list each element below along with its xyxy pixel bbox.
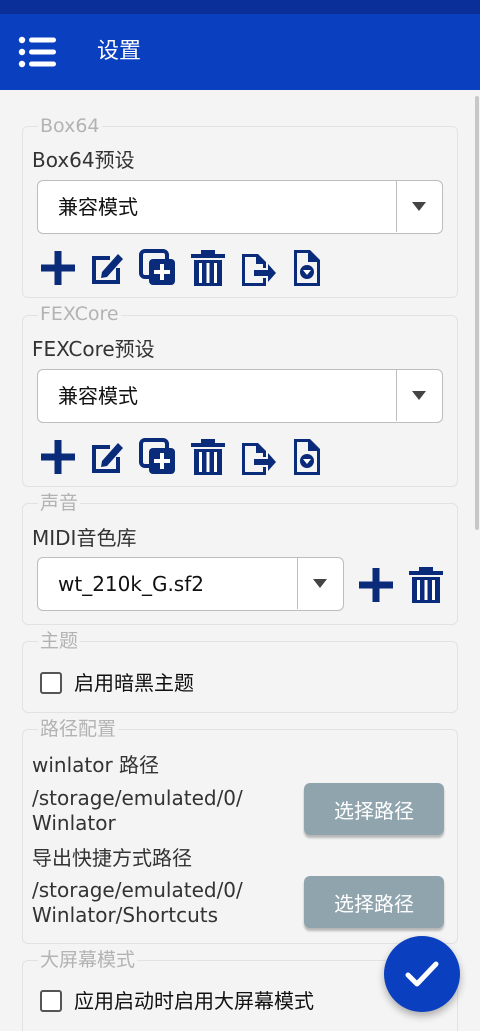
scrollbar[interactable]	[475, 96, 479, 530]
bigscreen-checkbox[interactable]	[40, 990, 62, 1012]
dropdown-arrow	[396, 370, 442, 421]
fexcore-preset-select[interactable]: 兼容模式	[37, 369, 443, 423]
midi-soundfont-value: wt_210k_G.sf2	[58, 572, 204, 596]
export-icon[interactable]	[238, 248, 278, 288]
box64-preset-label: Box64预设	[32, 148, 135, 172]
dropdown-arrow	[297, 558, 343, 609]
chevron-down-icon	[412, 391, 426, 400]
dark-theme-label: 启用暗黑主题	[74, 671, 194, 695]
dark-theme-option[interactable]: 启用暗黑主题	[40, 670, 194, 696]
duplicate-icon[interactable]	[138, 248, 178, 288]
paths-legend: 路径配置	[38, 717, 119, 741]
shortcut-path-line1: /storage/emulated/0/	[32, 878, 243, 902]
trash-icon[interactable]	[188, 248, 228, 288]
plus-icon[interactable]	[356, 565, 396, 605]
trash-icon[interactable]	[406, 565, 446, 605]
bigscreen-legend: 大屏幕模式	[38, 948, 138, 972]
winlator-path-label: winlator 路径	[32, 753, 160, 777]
winlator-path-line2: Winlator	[32, 811, 116, 835]
midi-soundfont-select[interactable]: wt_210k_G.sf2	[37, 557, 344, 611]
select-shortcut-path-button[interactable]: 选择路径	[304, 876, 444, 928]
edit-icon[interactable]	[88, 437, 128, 477]
bigscreen-label: 应用启动时启用大屏幕模式	[74, 989, 314, 1013]
fexcore-preset-label: FEXCore预设	[32, 337, 155, 361]
menu-icon[interactable]	[18, 36, 58, 68]
fexcore-preset-value: 兼容模式	[58, 384, 138, 408]
winlator-path-line1: /storage/emulated/0/	[32, 786, 243, 810]
plus-icon[interactable]	[38, 248, 78, 288]
import-icon[interactable]	[286, 248, 326, 288]
box64-preset-select[interactable]: 兼容模式	[37, 180, 443, 234]
chevron-down-icon	[412, 202, 426, 211]
box64-legend: Box64	[38, 114, 102, 138]
edit-icon[interactable]	[88, 248, 128, 288]
fexcore-legend: FEXCore	[38, 302, 121, 326]
plus-icon[interactable]	[38, 437, 78, 477]
status-bar	[0, 0, 480, 14]
select-winlator-path-button[interactable]: 选择路径	[304, 783, 444, 835]
check-icon	[405, 961, 439, 987]
bigscreen-option[interactable]: 应用启动时启用大屏幕模式	[40, 988, 314, 1014]
shortcut-path-label: 导出快捷方式路径	[32, 846, 192, 870]
app-bar: 设置	[0, 14, 480, 90]
save-fab-button[interactable]	[384, 936, 460, 1012]
sound-legend: 声音	[38, 491, 81, 515]
import-icon[interactable]	[286, 437, 326, 477]
page-title: 设置	[97, 39, 142, 64]
midi-label: MIDI音色库	[32, 526, 137, 550]
trash-icon[interactable]	[188, 437, 228, 477]
theme-legend: 主题	[38, 629, 81, 653]
dropdown-arrow	[396, 181, 442, 232]
dark-theme-checkbox[interactable]	[40, 672, 62, 694]
shortcut-path-line2: Winlator/Shortcuts	[32, 903, 219, 927]
chevron-down-icon	[313, 579, 327, 588]
export-icon[interactable]	[238, 437, 278, 477]
duplicate-icon[interactable]	[138, 437, 178, 477]
box64-preset-value: 兼容模式	[58, 195, 138, 219]
